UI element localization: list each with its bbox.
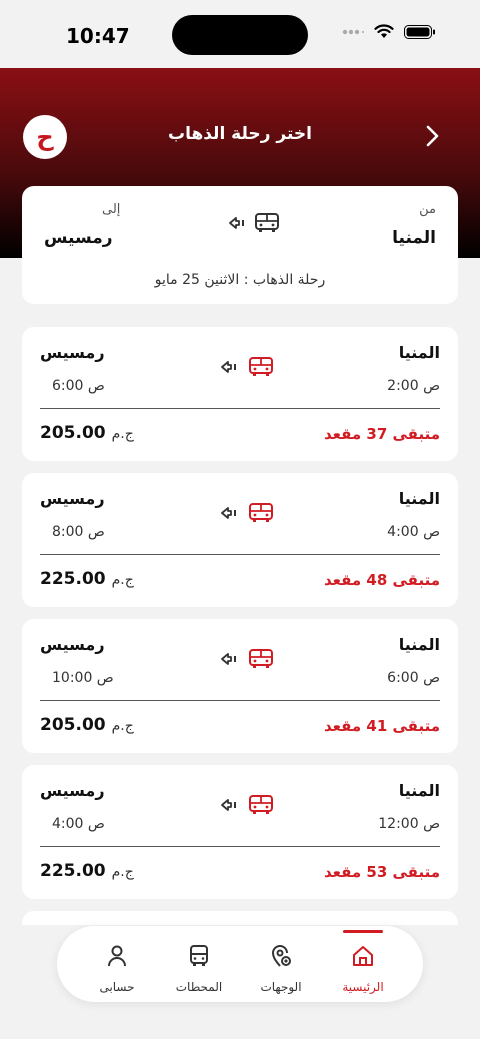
bus-icon xyxy=(255,213,279,232)
divider xyxy=(40,554,440,555)
price-amount: 225.00 xyxy=(40,861,106,881)
route-summary-card: من المنيا إلى رمسيس رحلة الذهاب : الاثني… xyxy=(22,186,458,304)
trip-price: 225.00 ج.م xyxy=(40,861,134,881)
trip-departure-time: 2:00 ص xyxy=(387,378,440,394)
nav-home[interactable]: الرئيسية xyxy=(335,926,391,1002)
trip-card-partial[interactable] xyxy=(22,911,458,925)
status-time: 10:47 xyxy=(66,24,130,48)
arrow-left-icon xyxy=(221,507,236,519)
trip-card[interactable]: المنيا 4:00 ص رمسيس 8:00 ص متبقى 48 مقعد… xyxy=(22,473,458,607)
price-currency: ج.م xyxy=(111,718,134,734)
user-icon xyxy=(108,945,126,967)
bus-icon xyxy=(249,649,273,668)
status-bar: 10:47 xyxy=(0,0,480,68)
arrow-left-icon xyxy=(221,653,236,665)
signal-icon xyxy=(342,29,364,34)
price-currency: ج.م xyxy=(111,864,134,880)
trip-list: المنيا 2:00 ص رمسيس 6:00 ص متبقى 37 مقعد… xyxy=(22,327,458,925)
app-logo: ح xyxy=(23,115,67,159)
bottom-nav: الرئيسية الوجهات المحطات حسابى xyxy=(57,926,423,1002)
arrow-left-icon xyxy=(221,799,236,811)
nav-destinations[interactable]: الوجهات xyxy=(253,926,309,1002)
bus-icon xyxy=(190,945,208,966)
bus-icon xyxy=(249,795,273,814)
nav-stations-label: المحطات xyxy=(175,980,223,994)
nav-destinations-label: الوجهات xyxy=(260,980,302,994)
trip-to-city: رمسيس xyxy=(40,489,105,508)
bus-icon xyxy=(249,503,273,522)
dynamic-island xyxy=(172,15,308,55)
trip-icons xyxy=(220,648,274,670)
trip-from-city: المنيا xyxy=(398,635,440,654)
trip-icons xyxy=(220,794,274,816)
logo-letter: ح xyxy=(36,123,54,151)
price-amount: 205.00 xyxy=(40,423,106,443)
price-amount: 225.00 xyxy=(40,569,106,589)
home-icon xyxy=(353,946,373,966)
seats-remaining: متبقى 53 مقعد xyxy=(323,863,440,881)
route-icons xyxy=(228,212,280,234)
trip-from-city: المنيا xyxy=(398,489,440,508)
price-currency: ج.م xyxy=(111,572,134,588)
trip-to-city: رمسيس xyxy=(40,781,105,800)
trip-card[interactable]: المنيا 12:00 ص رمسيس 4:00 ص متبقى 53 مقع… xyxy=(22,765,458,899)
location-pin-icon xyxy=(271,945,291,967)
trip-departure-time: 6:00 ص xyxy=(387,670,440,686)
trip-departure-time: 4:00 ص xyxy=(387,524,440,540)
trip-arrival-time: 4:00 ص xyxy=(52,816,105,832)
arrow-left-icon xyxy=(221,361,236,373)
to-label: إلى xyxy=(102,202,121,217)
seats-remaining: متبقى 41 مقعد xyxy=(323,717,440,735)
from-label: من xyxy=(419,202,436,217)
seats-remaining: متبقى 37 مقعد xyxy=(323,425,440,443)
divider xyxy=(40,700,440,701)
nav-home-label: الرئيسية xyxy=(342,980,384,994)
price-currency: ج.م xyxy=(111,426,134,442)
trip-arrival-time: 8:00 ص xyxy=(52,524,105,540)
trip-departure-time: 12:00 ص xyxy=(378,816,440,832)
nav-stations[interactable]: المحطات xyxy=(171,926,227,1002)
arrow-left-icon xyxy=(229,217,244,229)
bus-icon xyxy=(249,357,273,376)
from-city: المنيا xyxy=(392,228,436,248)
nav-account[interactable]: حسابى xyxy=(89,926,145,1002)
battery-icon xyxy=(404,24,435,39)
price-amount: 205.00 xyxy=(40,715,106,735)
active-indicator xyxy=(343,930,383,933)
departure-date: رحلة الذهاب : الاثنين 25 مايو xyxy=(154,272,326,288)
trip-icons xyxy=(220,356,274,378)
trip-card[interactable]: المنيا 6:00 ص رمسيس 10:00 ص متبقى 41 مقع… xyxy=(22,619,458,753)
trip-arrival-time: 6:00 ص xyxy=(52,378,105,394)
trip-from-city: المنيا xyxy=(398,343,440,362)
trip-to-city: رمسيس xyxy=(40,635,105,654)
divider xyxy=(40,846,440,847)
divider xyxy=(40,408,440,409)
wifi-icon xyxy=(374,24,394,38)
trip-card[interactable]: المنيا 2:00 ص رمسيس 6:00 ص متبقى 37 مقعد… xyxy=(22,327,458,461)
trip-arrival-time: 10:00 ص xyxy=(52,670,114,686)
status-icons xyxy=(342,24,436,39)
nav-account-label: حسابى xyxy=(99,980,135,994)
trip-price: 205.00 ج.م xyxy=(40,423,134,443)
chevron-right-icon[interactable] xyxy=(420,124,444,148)
seats-remaining: متبقى 48 مقعد xyxy=(323,571,440,589)
trip-to-city: رمسيس xyxy=(40,343,105,362)
trip-price: 225.00 ج.م xyxy=(40,569,134,589)
trip-price: 205.00 ج.م xyxy=(40,715,134,735)
trip-from-city: المنيا xyxy=(398,781,440,800)
page-title: اختر رحلة الذهاب xyxy=(167,124,312,144)
to-city: رمسيس xyxy=(44,228,113,248)
trip-icons xyxy=(220,502,274,524)
